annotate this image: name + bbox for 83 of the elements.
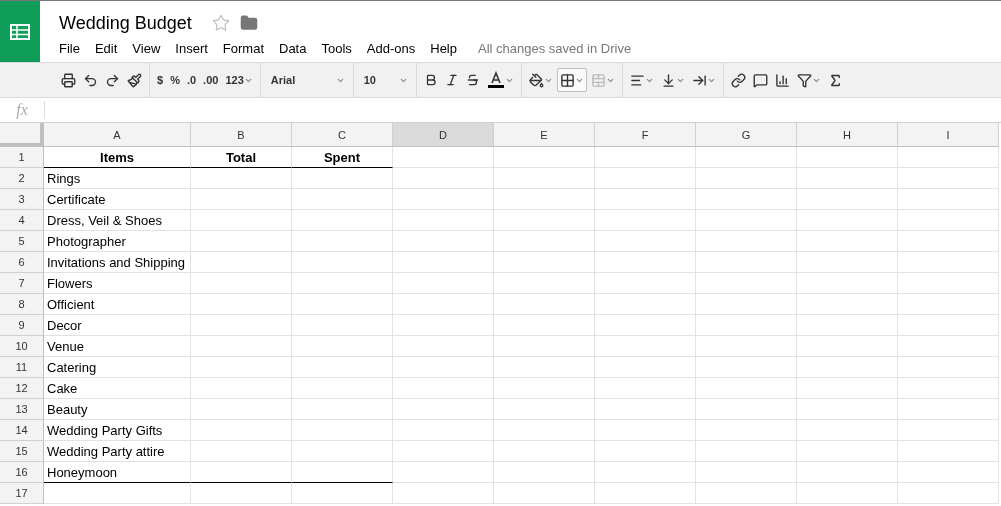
menu-item[interactable]: Help — [430, 38, 464, 59]
row-header[interactable]: 4 — [0, 210, 44, 231]
row-header[interactable]: 14 — [0, 420, 44, 441]
table-cell: Officient — [44, 294, 191, 315]
menu-item[interactable]: Data — [279, 38, 314, 59]
row-header[interactable]: 6 — [0, 252, 44, 273]
font-dropdown[interactable]: Arial — [264, 68, 349, 92]
menu-item[interactable]: Insert — [175, 38, 215, 59]
sheet-icon — [10, 23, 30, 40]
strikethrough-icon — [465, 73, 480, 87]
column-header[interactable]: F — [595, 123, 696, 147]
row-header[interactable]: 16 — [0, 462, 44, 483]
italic-icon — [444, 73, 459, 87]
table-cell: Dress, Veil & Shoes — [44, 210, 191, 231]
table-cell: Cake — [44, 378, 191, 399]
row-header[interactable]: 13 — [0, 399, 44, 420]
comment-icon — [752, 72, 768, 88]
chart-icon — [774, 72, 790, 88]
table-cell: Honeymoon — [44, 462, 191, 483]
row-header[interactable]: 11 — [0, 357, 44, 378]
document-title[interactable]: Wedding Budget — [59, 12, 192, 34]
text-color-icon — [486, 71, 505, 89]
column-header[interactable]: D — [393, 123, 494, 147]
redo-icon — [105, 72, 120, 88]
menu-item[interactable]: Edit — [94, 38, 125, 59]
table-cell: Catering — [44, 357, 191, 378]
heading-cell: Spent — [292, 147, 393, 168]
heading-cell: Items — [44, 147, 191, 168]
menu-item[interactable]: Add-ons — [366, 38, 423, 59]
increase-decimals-button[interactable]: .00 — [200, 68, 222, 92]
table-cell: Wedding Party Gifts — [44, 420, 191, 441]
row-header[interactable]: 3 — [0, 189, 44, 210]
table-cell: Venue — [44, 336, 191, 357]
percent-button[interactable]: % — [167, 68, 183, 92]
row-header[interactable]: 15 — [0, 441, 44, 462]
row-header[interactable]: 5 — [0, 231, 44, 252]
align-left-icon — [629, 72, 645, 88]
table-cell: Decor — [44, 315, 191, 336]
column-header[interactable]: A — [44, 123, 191, 147]
merge-cells-icon — [590, 72, 606, 88]
borders-button[interactable] — [556, 68, 587, 92]
row-header[interactable]: 7 — [0, 273, 44, 294]
table-cell: Flowers — [44, 273, 191, 294]
table-cell: Photographer — [44, 231, 191, 252]
paintbrush-icon — [127, 72, 142, 88]
column-header[interactable]: C — [292, 123, 393, 147]
currency-button[interactable]: $ — [154, 68, 167, 92]
table-cell: Rings — [44, 168, 191, 189]
table-cell: Beauty — [44, 399, 191, 420]
table-cell: Certificate — [44, 189, 191, 210]
folder-icon[interactable] — [239, 14, 258, 32]
row-header[interactable]: 9 — [0, 315, 44, 336]
column-header[interactable]: G — [696, 123, 797, 147]
print-icon — [61, 72, 76, 88]
row-header[interactable]: 2 — [0, 168, 44, 189]
row-header[interactable]: 1 — [0, 147, 44, 168]
column-header[interactable]: I — [898, 123, 999, 147]
undo-icon — [83, 72, 98, 88]
app-logo[interactable] — [0, 1, 40, 62]
table-cell: Invitations and Shipping — [44, 252, 191, 273]
menu-item[interactable]: Tools — [321, 38, 359, 59]
grid-icon — [559, 72, 575, 88]
decrease-decimals-button[interactable]: .0 — [183, 68, 200, 92]
table-cell: Wedding Party attire — [44, 441, 191, 462]
star-icon[interactable] — [211, 14, 230, 32]
column-header[interactable]: E — [494, 123, 595, 147]
font-size-dropdown[interactable]: 10 — [357, 68, 412, 92]
row-header[interactable]: 17 — [0, 483, 44, 504]
save-status: All changes saved in Drive — [478, 41, 632, 56]
row-header[interactable]: 10 — [0, 336, 44, 357]
heading-cell: Total — [191, 147, 292, 168]
paint-bucket-icon — [528, 72, 544, 88]
menu-item[interactable]: Format — [222, 38, 271, 59]
number-format-button[interactable]: 123 — [222, 68, 256, 92]
column-header[interactable]: H — [797, 123, 898, 147]
column-header[interactable]: B — [191, 123, 292, 147]
menu-item[interactable]: File — [59, 38, 87, 59]
filter-icon — [796, 72, 812, 88]
menu-item[interactable]: View — [132, 38, 168, 59]
fx-label: fx — [0, 101, 45, 119]
row-header[interactable]: 12 — [0, 378, 44, 399]
link-icon — [730, 72, 746, 88]
row-header[interactable]: 8 — [0, 294, 44, 315]
